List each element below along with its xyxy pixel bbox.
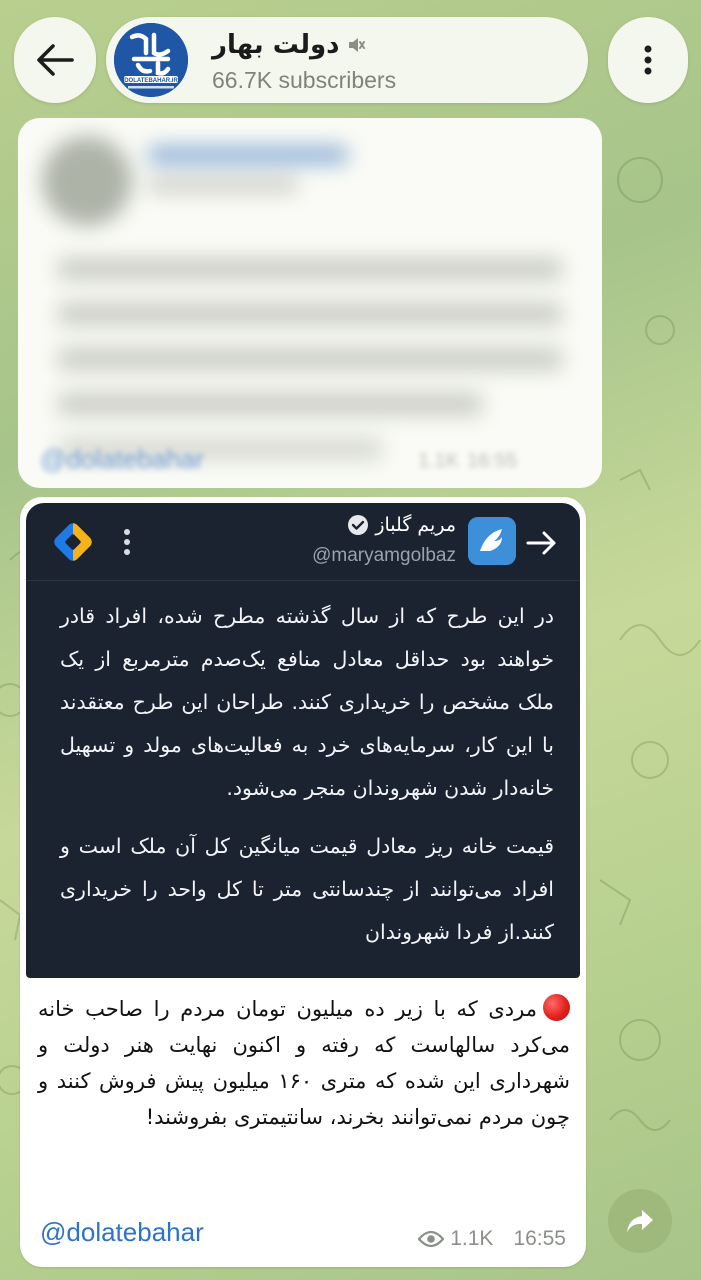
tweet-text: در این طرح که از سال گذشته مطرح شده، افر… xyxy=(60,595,554,954)
more-options-button[interactable] xyxy=(608,17,688,103)
share-forward-icon xyxy=(627,1210,653,1232)
tweet-author-handle: @maryamgolbaz xyxy=(312,545,456,566)
tweet-author-avatar xyxy=(468,517,516,565)
message-time: 16:55 xyxy=(513,1227,566,1250)
muted-speaker-icon xyxy=(348,38,365,52)
avatar-logo-text: DOLATEBAHAR.IR xyxy=(124,78,178,84)
message-meta: 1.1K 16:55 xyxy=(418,1227,566,1251)
channel-logo: DOLATEBAHAR.IR xyxy=(114,23,188,97)
arrow-right-icon xyxy=(526,531,556,555)
channel-avatar[interactable]: DOLATEBAHAR.IR xyxy=(114,23,188,97)
blurred-views: 1.1K xyxy=(418,450,460,472)
message-bubble[interactable]: مریم گلباز @maryamgolbaz در این طرح که ا… xyxy=(20,497,586,1267)
bird-icon xyxy=(468,517,516,565)
tweet-paragraph-1: در این طرح که از سال گذشته مطرح شده، افر… xyxy=(60,604,554,800)
channel-signature-link[interactable]: @dolatebahar xyxy=(40,1217,204,1248)
blurred-signature: @dolatebahar xyxy=(40,444,204,474)
tweet-menu-icon xyxy=(124,529,130,555)
tweet-header: مریم گلباز @maryamgolbaz xyxy=(26,503,580,581)
caption-text: مردی که با زیر ده میلیون تومان مردم را ص… xyxy=(38,997,570,1129)
tweet-screenshot[interactable]: مریم گلباز @maryamgolbaz در این طرح که ا… xyxy=(26,503,580,978)
vertical-dots-icon xyxy=(644,45,652,75)
message-caption: مردی که با زیر ده میلیون تومان مردم را ص… xyxy=(38,991,570,1135)
red-circle-emoji xyxy=(543,994,570,1021)
blurred-time: 16:55 xyxy=(467,450,518,472)
tweet-author-name: مریم گلباز xyxy=(375,514,456,536)
blurred-meta: 1.1K 16:55 xyxy=(418,450,517,473)
tweet-paragraph-2: قیمت خانه ریز معادل قیمت میانگین کل آن م… xyxy=(60,834,554,944)
channel-name: دولت بهار xyxy=(212,30,340,60)
share-button[interactable] xyxy=(608,1189,672,1253)
blurred-previous-message: @dolatebahar 1.1K 16:55 xyxy=(18,118,602,488)
app-logo-icon xyxy=(51,520,95,564)
back-button[interactable] xyxy=(14,17,96,103)
channel-title: دولت بهار xyxy=(212,30,366,60)
eye-icon xyxy=(418,1230,445,1248)
verified-badge-icon xyxy=(348,515,369,535)
channel-header[interactable]: DOLATEBAHAR.IR دولت بهار 66.7K subscribe… xyxy=(106,17,588,103)
view-count: 1.1K xyxy=(450,1227,494,1250)
subscriber-count: 66.7K subscribers xyxy=(212,67,397,93)
tweet-author: مریم گلباز xyxy=(347,514,456,536)
arrow-left-icon xyxy=(37,44,74,76)
